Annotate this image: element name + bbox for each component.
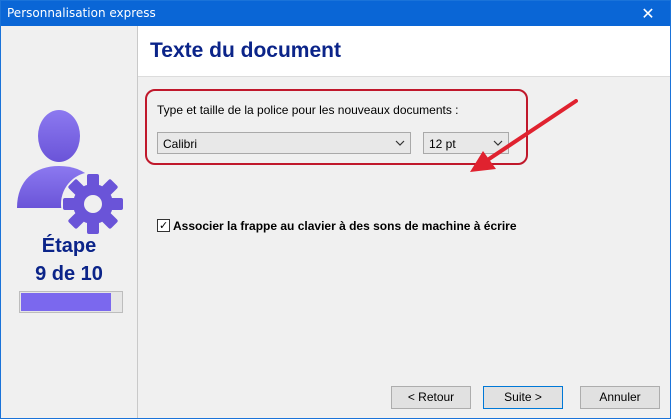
step-label: Étape xyxy=(41,235,97,257)
page-title: Texte du document xyxy=(150,39,341,62)
font-family-value: Calibri xyxy=(163,137,198,151)
cancel-button[interactable]: Annuler xyxy=(580,386,660,409)
checkmark-icon: ✓ xyxy=(159,220,169,232)
step-progress-fill xyxy=(21,293,111,311)
step-progress-bar xyxy=(19,291,123,313)
chevron-down-icon xyxy=(395,140,405,146)
font-size-value: 12 pt xyxy=(429,137,456,151)
next-button[interactable]: Suite > xyxy=(483,386,563,409)
close-icon: ✕ xyxy=(641,5,655,23)
annotation-arrow-icon xyxy=(470,99,578,172)
font-settings-label: Type et taille de la police pour les nou… xyxy=(157,103,459,117)
window-title: Personnalisation express xyxy=(7,6,156,20)
close-button[interactable]: ✕ xyxy=(626,1,670,26)
step-sidebar: Étape 9 de 10 xyxy=(1,26,138,418)
typewriter-sounds-label[interactable]: Associer la frappe au clavier à des sons… xyxy=(173,219,517,233)
content-area: Type et taille de la police pour les nou… xyxy=(138,77,670,418)
font-family-select[interactable]: Calibri xyxy=(157,132,411,154)
user-gear-icon xyxy=(17,110,125,236)
step-count: 9 de 10 xyxy=(35,263,103,285)
back-button[interactable]: < Retour xyxy=(391,386,471,409)
setup-wizard-window: Personnalisation express ✕ Étape 9 de 10… xyxy=(0,0,671,419)
title-bar[interactable]: Personnalisation express ✕ xyxy=(1,1,670,26)
page-header: Texte du document xyxy=(138,26,670,77)
typewriter-sounds-checkbox[interactable]: ✓ xyxy=(157,219,170,232)
